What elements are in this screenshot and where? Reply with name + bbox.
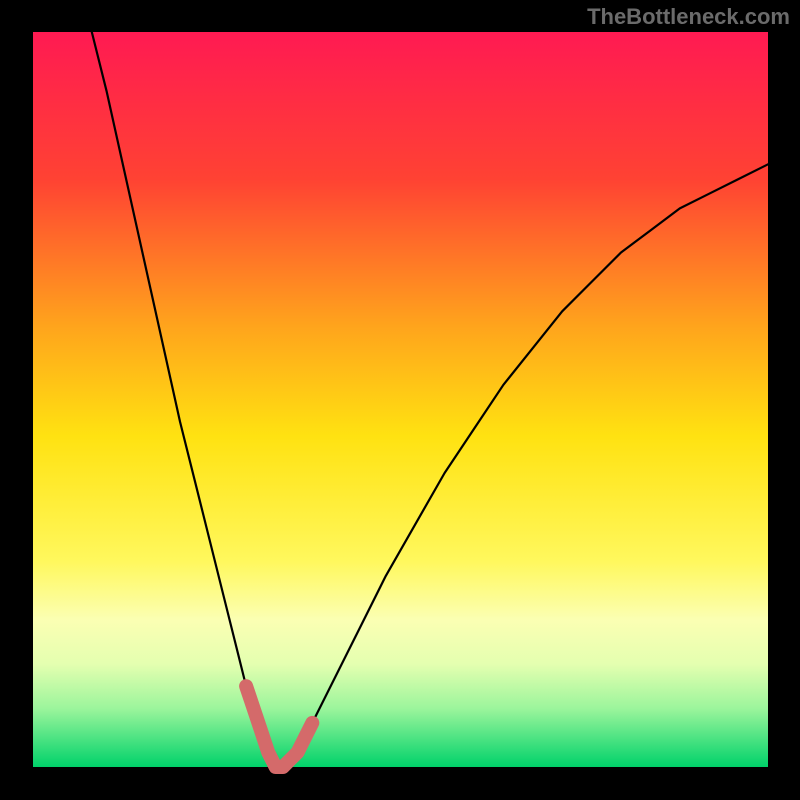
chart-plot-background <box>33 32 768 767</box>
watermark-text: TheBottleneck.com <box>587 4 790 29</box>
bottleneck-chart: TheBottleneck.com <box>0 0 800 800</box>
chart-stage: TheBottleneck.com <box>0 0 800 800</box>
